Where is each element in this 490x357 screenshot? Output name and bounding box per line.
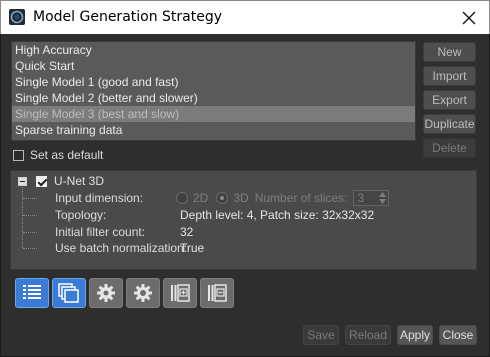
topology-value: Depth level: 4, Patch size: 32x32x32: [180, 208, 375, 222]
strategy-item-high-accuracy[interactable]: High Accuracy: [12, 42, 415, 58]
radio-2d-label: 2D: [193, 191, 209, 205]
dialog-body: High Accuracy Quick Start Single Model 1…: [0, 34, 490, 357]
close-window-button[interactable]: [455, 5, 483, 31]
reload-button[interactable]: Reload: [345, 325, 391, 345]
radio-3d[interactable]: [216, 192, 229, 204]
stacked-windows-icon: [58, 283, 79, 303]
spin-down-icon[interactable]: [378, 199, 386, 204]
strategy-item-quick-start[interactable]: Quick Start: [12, 58, 415, 74]
tree-branch: [23, 215, 37, 216]
settings-gear-button[interactable]: [89, 278, 123, 308]
export-button[interactable]: Export: [423, 90, 476, 110]
set-default-label: Set as default: [30, 148, 104, 162]
list-view-button[interactable]: [15, 278, 49, 308]
batch-norm-label: Use batch normalization:: [55, 241, 188, 255]
add-panel-button[interactable]: [163, 278, 197, 308]
tree-branch: [23, 198, 37, 199]
close-button[interactable]: Close: [439, 325, 477, 345]
gear-icon: [134, 284, 152, 302]
tree-connector: [22, 187, 23, 248]
set-default-checkbox[interactable]: [13, 149, 24, 161]
batch-norm-value: True: [180, 241, 205, 255]
remove-panel-icon: [208, 284, 227, 302]
stacked-windows-button[interactable]: [52, 278, 86, 308]
strategy-item-single-model-1[interactable]: Single Model 1 (good and fast): [12, 74, 415, 90]
model-enabled-checkbox[interactable]: [36, 176, 47, 187]
save-button[interactable]: Save: [303, 325, 339, 345]
spin-up-icon[interactable]: [378, 192, 386, 197]
remove-panel-button[interactable]: [200, 278, 234, 308]
input-dimension-label: Input dimension:: [55, 191, 144, 205]
spin-arrows[interactable]: [378, 192, 386, 204]
delete-button[interactable]: Delete: [423, 138, 476, 158]
strategy-item-single-model-3[interactable]: Single Model 3 (best and slow): [12, 106, 415, 122]
app-icon: [9, 9, 25, 25]
tree-branch: [23, 248, 37, 249]
add-panel-icon: [171, 284, 190, 302]
slices-value: 3: [357, 191, 365, 205]
settings-gear-icon: [97, 284, 115, 302]
radio-3d-label: 3D: [233, 191, 249, 205]
topology-label: Topology:: [55, 208, 107, 222]
model-details-panel: U-Net 3D Input dimension: 2D 3D Number o…: [10, 170, 477, 270]
slices-spinbox[interactable]: 3: [353, 190, 390, 206]
radio-2d[interactable]: [176, 192, 188, 204]
set-default-row[interactable]: Set as default: [13, 147, 103, 163]
list-view-icon: [23, 285, 41, 299]
collapse-toggle[interactable]: [18, 177, 27, 186]
apply-button[interactable]: Apply: [397, 325, 433, 345]
filter-count-value: 32: [180, 225, 194, 239]
title-bar: Model Generation Strategy: [0, 0, 490, 34]
new-button[interactable]: New: [423, 42, 476, 62]
model-name: U-Net 3D: [54, 174, 105, 188]
filter-count-label: Initial filter count:: [55, 225, 146, 239]
duplicate-button[interactable]: Duplicate: [423, 114, 476, 134]
import-button[interactable]: Import: [423, 66, 476, 86]
strategy-item-sparse-training[interactable]: Sparse training data: [12, 122, 415, 138]
strategy-list[interactable]: High Accuracy Quick Start Single Model 1…: [11, 41, 416, 141]
strategy-item-single-model-2[interactable]: Single Model 2 (better and slower): [12, 90, 415, 106]
input-dimension-controls: 2D 3D Number of slices: 3: [176, 190, 390, 206]
gear-button[interactable]: [126, 278, 160, 308]
slices-label: Number of slices:: [254, 191, 348, 205]
window-title: Model Generation Strategy: [33, 9, 223, 25]
close-icon: [462, 11, 476, 25]
tree-branch: [23, 232, 37, 233]
